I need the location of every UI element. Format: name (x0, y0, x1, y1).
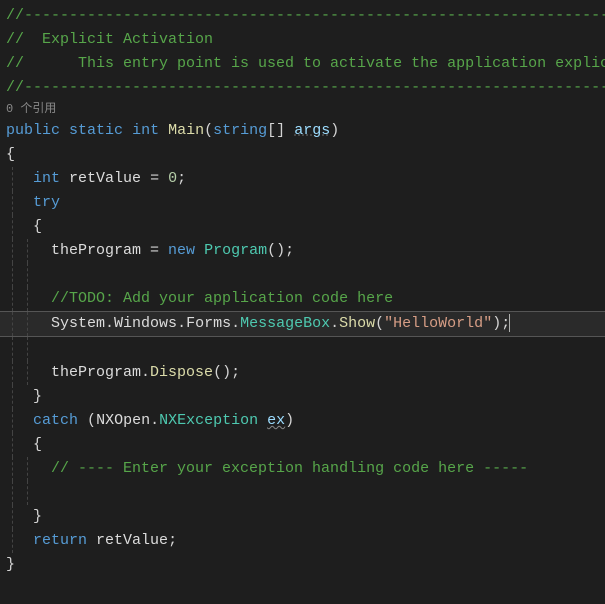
dispose-line: theProgram.Dispose(); (0, 361, 605, 385)
comment-title: // Explicit Activation (0, 28, 605, 52)
blank-line-3 (0, 481, 605, 505)
messagebox-line[interactable]: System.Windows.Forms.MessageBox.Show("He… (0, 311, 605, 337)
codelens-references[interactable]: 0 个引用 (0, 100, 605, 119)
catch-comment: // ---- Enter your exception handling co… (0, 457, 605, 481)
comment-divider-bottom: //--------------------------------------… (0, 76, 605, 100)
brace-open: { (0, 143, 605, 167)
catch-brace-close: } (0, 505, 605, 529)
code-editor[interactable]: //--------------------------------------… (0, 4, 605, 577)
catch-line: catch (NXOpen.NXException ex) (0, 409, 605, 433)
try-keyword: try (0, 191, 605, 215)
comment-divider-top: //--------------------------------------… (0, 4, 605, 28)
text-cursor (509, 314, 510, 332)
try-brace-open: { (0, 215, 605, 239)
retvalue-decl: int retValue = 0; (0, 167, 605, 191)
blank-line-2 (0, 337, 605, 361)
catch-brace-open: { (0, 433, 605, 457)
try-brace-close: } (0, 385, 605, 409)
return-line: return retValue; (0, 529, 605, 553)
method-signature: public static int Main(string[] args) (0, 119, 605, 143)
brace-close: } (0, 553, 605, 577)
todo-comment: //TODO: Add your application code here (0, 287, 605, 311)
blank-line (0, 263, 605, 287)
comment-subtitle: // This entry point is used to activate … (0, 52, 605, 76)
theprogram-new: theProgram = new Program(); (0, 239, 605, 263)
